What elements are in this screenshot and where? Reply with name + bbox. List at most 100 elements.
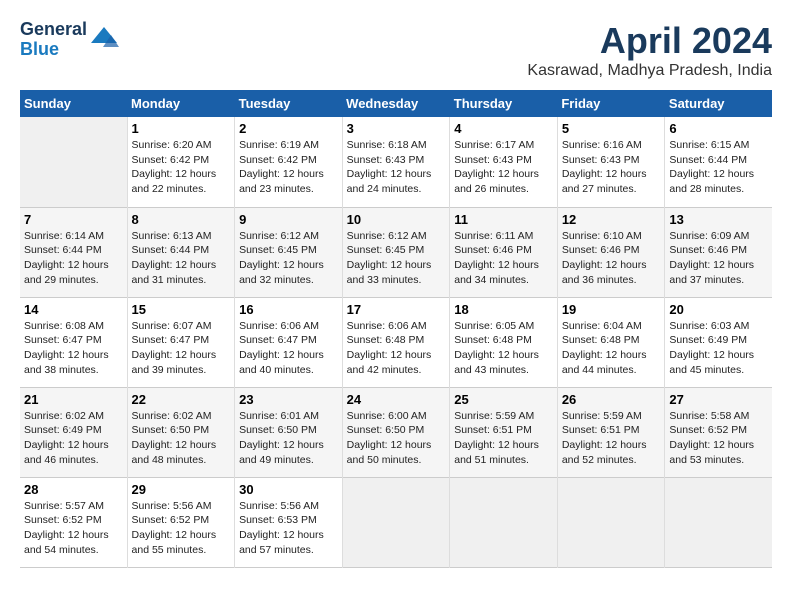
calendar-cell [20,117,127,207]
day-info: Sunrise: 6:07 AM Sunset: 6:47 PM Dayligh… [132,319,231,378]
header-thursday: Thursday [450,90,558,117]
day-number: 12 [562,212,661,227]
day-number: 6 [669,121,768,136]
calendar-cell: 9 Sunrise: 6:12 AM Sunset: 6:45 PM Dayli… [235,207,343,297]
day-number: 7 [24,212,123,227]
calendar-cell: 16 Sunrise: 6:06 AM Sunset: 6:47 PM Dayl… [235,297,343,387]
day-info: Sunrise: 6:06 AM Sunset: 6:47 PM Dayligh… [239,319,338,378]
day-info: Sunrise: 6:14 AM Sunset: 6:44 PM Dayligh… [24,229,123,288]
header-monday: Monday [127,90,235,117]
calendar-cell: 25 Sunrise: 5:59 AM Sunset: 6:51 PM Dayl… [450,387,558,477]
calendar-cell: 24 Sunrise: 6:00 AM Sunset: 6:50 PM Dayl… [342,387,450,477]
logo: GeneralBlue [20,20,119,60]
day-info: Sunrise: 5:59 AM Sunset: 6:51 PM Dayligh… [454,409,553,468]
calendar-cell: 7 Sunrise: 6:14 AM Sunset: 6:44 PM Dayli… [20,207,127,297]
day-info: Sunrise: 6:12 AM Sunset: 6:45 PM Dayligh… [239,229,338,288]
logo-text: GeneralBlue [20,20,87,60]
day-info: Sunrise: 6:10 AM Sunset: 6:46 PM Dayligh… [562,229,661,288]
day-number: 24 [347,392,446,407]
header-tuesday: Tuesday [235,90,343,117]
calendar-cell: 13 Sunrise: 6:09 AM Sunset: 6:46 PM Dayl… [665,207,772,297]
day-info: Sunrise: 6:17 AM Sunset: 6:43 PM Dayligh… [454,138,553,197]
week-row-4: 21 Sunrise: 6:02 AM Sunset: 6:49 PM Dayl… [20,387,772,477]
calendar-cell [450,477,558,567]
week-row-3: 14 Sunrise: 6:08 AM Sunset: 6:47 PM Dayl… [20,297,772,387]
header-friday: Friday [557,90,665,117]
day-number: 21 [24,392,123,407]
calendar-cell: 6 Sunrise: 6:15 AM Sunset: 6:44 PM Dayli… [665,117,772,207]
calendar-cell: 14 Sunrise: 6:08 AM Sunset: 6:47 PM Dayl… [20,297,127,387]
day-number: 11 [454,212,553,227]
day-number: 10 [347,212,446,227]
day-number: 26 [562,392,661,407]
location: Kasrawad, Madhya Pradesh, India [527,62,772,80]
page-header: GeneralBlue April 2024 Kasrawad, Madhya … [20,20,772,80]
day-info: Sunrise: 6:15 AM Sunset: 6:44 PM Dayligh… [669,138,768,197]
calendar-cell [665,477,772,567]
day-number: 2 [239,121,338,136]
day-info: Sunrise: 6:03 AM Sunset: 6:49 PM Dayligh… [669,319,768,378]
day-info: Sunrise: 6:12 AM Sunset: 6:45 PM Dayligh… [347,229,446,288]
calendar-cell: 29 Sunrise: 5:56 AM Sunset: 6:52 PM Dayl… [127,477,235,567]
calendar-cell: 23 Sunrise: 6:01 AM Sunset: 6:50 PM Dayl… [235,387,343,477]
calendar-cell: 17 Sunrise: 6:06 AM Sunset: 6:48 PM Dayl… [342,297,450,387]
calendar-cell: 4 Sunrise: 6:17 AM Sunset: 6:43 PM Dayli… [450,117,558,207]
day-number: 9 [239,212,338,227]
day-number: 25 [454,392,553,407]
header-sunday: Sunday [20,90,127,117]
day-info: Sunrise: 6:02 AM Sunset: 6:50 PM Dayligh… [132,409,231,468]
calendar-cell: 12 Sunrise: 6:10 AM Sunset: 6:46 PM Dayl… [557,207,665,297]
calendar-cell: 1 Sunrise: 6:20 AM Sunset: 6:42 PM Dayli… [127,117,235,207]
day-info: Sunrise: 6:16 AM Sunset: 6:43 PM Dayligh… [562,138,661,197]
day-number: 18 [454,302,553,317]
day-number: 29 [132,482,231,497]
month-title: April 2024 [527,20,772,62]
calendar-cell: 21 Sunrise: 6:02 AM Sunset: 6:49 PM Dayl… [20,387,127,477]
day-number: 5 [562,121,661,136]
day-info: Sunrise: 6:02 AM Sunset: 6:49 PM Dayligh… [24,409,123,468]
day-number: 13 [669,212,768,227]
week-row-1: 1 Sunrise: 6:20 AM Sunset: 6:42 PM Dayli… [20,117,772,207]
day-info: Sunrise: 6:08 AM Sunset: 6:47 PM Dayligh… [24,319,123,378]
header-saturday: Saturday [665,90,772,117]
day-info: Sunrise: 6:13 AM Sunset: 6:44 PM Dayligh… [132,229,231,288]
week-row-2: 7 Sunrise: 6:14 AM Sunset: 6:44 PM Dayli… [20,207,772,297]
day-number: 1 [132,121,231,136]
calendar-cell: 26 Sunrise: 5:59 AM Sunset: 6:51 PM Dayl… [557,387,665,477]
calendar-cell: 27 Sunrise: 5:58 AM Sunset: 6:52 PM Dayl… [665,387,772,477]
day-info: Sunrise: 6:04 AM Sunset: 6:48 PM Dayligh… [562,319,661,378]
day-info: Sunrise: 6:00 AM Sunset: 6:50 PM Dayligh… [347,409,446,468]
day-info: Sunrise: 6:09 AM Sunset: 6:46 PM Dayligh… [669,229,768,288]
day-info: Sunrise: 5:56 AM Sunset: 6:52 PM Dayligh… [132,499,231,558]
day-info: Sunrise: 6:11 AM Sunset: 6:46 PM Dayligh… [454,229,553,288]
header-wednesday: Wednesday [342,90,450,117]
calendar-cell: 20 Sunrise: 6:03 AM Sunset: 6:49 PM Dayl… [665,297,772,387]
day-number: 14 [24,302,123,317]
day-info: Sunrise: 5:56 AM Sunset: 6:53 PM Dayligh… [239,499,338,558]
calendar-cell: 18 Sunrise: 6:05 AM Sunset: 6:48 PM Dayl… [450,297,558,387]
day-info: Sunrise: 6:01 AM Sunset: 6:50 PM Dayligh… [239,409,338,468]
calendar-cell [342,477,450,567]
day-info: Sunrise: 5:59 AM Sunset: 6:51 PM Dayligh… [562,409,661,468]
calendar-header-row: SundayMondayTuesdayWednesdayThursdayFrid… [20,90,772,117]
calendar-cell: 30 Sunrise: 5:56 AM Sunset: 6:53 PM Dayl… [235,477,343,567]
title-block: April 2024 Kasrawad, Madhya Pradesh, Ind… [527,20,772,80]
day-number: 27 [669,392,768,407]
day-number: 16 [239,302,338,317]
day-number: 15 [132,302,231,317]
day-info: Sunrise: 6:18 AM Sunset: 6:43 PM Dayligh… [347,138,446,197]
day-info: Sunrise: 5:57 AM Sunset: 6:52 PM Dayligh… [24,499,123,558]
day-info: Sunrise: 6:06 AM Sunset: 6:48 PM Dayligh… [347,319,446,378]
calendar-cell: 8 Sunrise: 6:13 AM Sunset: 6:44 PM Dayli… [127,207,235,297]
calendar-cell: 3 Sunrise: 6:18 AM Sunset: 6:43 PM Dayli… [342,117,450,207]
day-info: Sunrise: 6:05 AM Sunset: 6:48 PM Dayligh… [454,319,553,378]
day-info: Sunrise: 5:58 AM Sunset: 6:52 PM Dayligh… [669,409,768,468]
calendar-cell: 11 Sunrise: 6:11 AM Sunset: 6:46 PM Dayl… [450,207,558,297]
day-info: Sunrise: 6:19 AM Sunset: 6:42 PM Dayligh… [239,138,338,197]
day-number: 19 [562,302,661,317]
day-number: 3 [347,121,446,136]
calendar-cell [557,477,665,567]
calendar-cell: 28 Sunrise: 5:57 AM Sunset: 6:52 PM Dayl… [20,477,127,567]
day-info: Sunrise: 6:20 AM Sunset: 6:42 PM Dayligh… [132,138,231,197]
day-number: 23 [239,392,338,407]
